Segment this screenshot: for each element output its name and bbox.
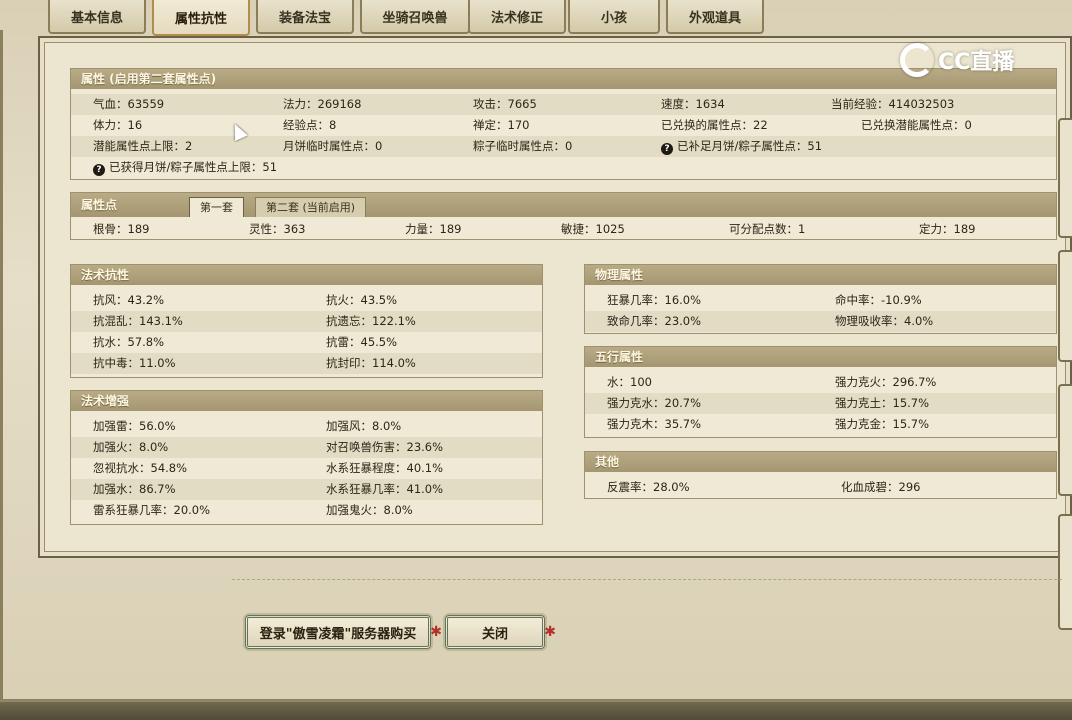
boost-ghost-fire: 加强鬼火：8.0%: [326, 503, 413, 517]
attr-exchanged-potential: 已兑换潜能属性点：0: [861, 118, 972, 132]
element-counter-metal: 强力克金：15.7%: [835, 417, 930, 431]
attr-hp: 气血：63559: [93, 97, 165, 111]
five-elements-section: 五行属性 水：100 强力克火：296.7% 强力克水：20.7% 强力克土：1…: [584, 346, 1057, 438]
boost-fire: 加强火：8.0%: [93, 440, 169, 454]
attr-exp: 当前经验：414032503: [831, 97, 955, 111]
boost-thunder: 加强雷：56.0%: [93, 419, 176, 433]
tab-basic-info[interactable]: 基本信息: [48, 0, 146, 34]
tab-attributes-resist[interactable]: 属性抗性: [152, 0, 250, 36]
attr-speed: 速度：1634: [661, 97, 725, 111]
watermark: CC直播: [900, 40, 1014, 80]
resist-wind: 抗风：43.2%: [93, 293, 165, 307]
points-section: 属性点 第一套 第二套 (当前启用) 根骨：189 灵性：363 力量：189 …: [70, 192, 1057, 240]
tab-appearance-items[interactable]: 外观道具: [666, 0, 764, 34]
side-panel-edge: [1058, 250, 1072, 362]
points-available: 可分配点数：1: [729, 222, 806, 236]
physical-header: 物理属性: [585, 265, 1056, 285]
five-elements-header: 五行属性: [585, 347, 1056, 367]
other-header: 其他: [585, 452, 1056, 472]
close-button[interactable]: 关闭 ✱: [445, 615, 556, 649]
attr-mp: 法力：269168: [283, 97, 362, 111]
help-icon[interactable]: ?: [661, 143, 673, 155]
watermark-text: CC直播: [938, 50, 1015, 75]
element-counter-earth: 强力克土：15.7%: [835, 396, 930, 410]
attr-exp-points: 经验点：8: [283, 118, 337, 132]
physical-section: 物理属性 狂暴几率：16.0% 命中率：-10.9% 致命几率：23.0% 物理…: [584, 264, 1057, 334]
resist-chaos: 抗混乱：143.1%: [93, 314, 183, 328]
phys-crit-rate: 狂暴几率：16.0%: [607, 293, 702, 307]
attr-filled-points-label: 已补足月饼/粽子属性点：51: [677, 139, 823, 153]
close-label: 关闭: [481, 626, 508, 642]
attr-filled-points[interactable]: ? 已补足月饼/粽子属性点：51: [661, 136, 822, 157]
boost-thunder-crit-rate: 雷系狂暴几率：20.0%: [93, 503, 211, 517]
other-section: 其他 反震率：28.0% 化血成碧：296: [584, 451, 1057, 499]
attr-stamina: 体力：16: [93, 118, 143, 132]
points-strength: 力量：189: [405, 222, 462, 236]
resist-poison: 抗中毒：11.0%: [93, 356, 176, 370]
knot-icon: ✱: [544, 624, 556, 640]
tab-child[interactable]: 小孩: [568, 0, 660, 34]
buy-server-label: 登录"傲雪凌霜"服务器购买: [259, 626, 417, 642]
attr-mooncake-temp: 月饼临时属性点：0: [283, 139, 383, 153]
attr-obtained-cap-label: 已获得月饼/粽子属性点上限：51: [109, 160, 278, 174]
resist-water: 抗水：57.8%: [93, 335, 165, 349]
spell-boost-header: 法术增强: [71, 391, 542, 411]
side-panel-edge: [1058, 118, 1072, 238]
tab-mount-summon[interactable]: 坐骑召唤兽: [360, 0, 470, 34]
element-counter-wood: 强力克木：35.7%: [607, 417, 702, 431]
bottom-strip: [0, 700, 1072, 720]
resist-forget: 抗遗忘：122.1%: [326, 314, 416, 328]
boost-vs-summon: 对召唤兽伤害：23.6%: [326, 440, 444, 454]
element-counter-fire: 强力克火：296.7%: [835, 375, 937, 389]
boost-ignore-water: 忽视抗水：54.8%: [93, 461, 188, 475]
points-constitution: 根骨：189: [93, 222, 150, 236]
attr-attack: 攻击：7665: [473, 97, 537, 111]
buy-server-button[interactable]: 登录"傲雪凌霜"服务器购买 ✱: [245, 615, 442, 649]
help-icon[interactable]: ?: [93, 164, 105, 176]
attr-obtained-cap[interactable]: ? 已获得月饼/粽子属性点上限：51: [93, 157, 277, 178]
attr-exchanged-points: 已兑换的属性点：22: [661, 118, 768, 132]
spell-boost-section: 法术增强 加强雷：56.0% 加强风：8.0% 加强火：8.0% 对召唤兽伤害：…: [70, 390, 543, 525]
side-panel-edge: [1058, 514, 1072, 630]
other-reflect-rate: 反震率：28.0%: [607, 480, 690, 494]
other-blood-jade: 化血成碧：296: [841, 480, 921, 494]
attr-potential-cap: 潜能属性点上限：2: [93, 139, 193, 153]
phys-hit-rate: 命中率：-10.9%: [835, 293, 922, 307]
tab-equipment[interactable]: 装备法宝: [256, 0, 354, 34]
spell-resist-section: 法术抗性 抗风：43.2% 抗火：43.5% 抗混乱：143.1% 抗遗忘：12…: [70, 264, 543, 378]
boost-water-crit-degree: 水系狂暴程度：40.1%: [326, 461, 444, 475]
points-spirit: 灵性：363: [249, 222, 306, 236]
subtab-first-set[interactable]: 第一套: [189, 197, 244, 217]
spell-resist-header: 法术抗性: [71, 265, 542, 285]
attributes-section: 属性 (启用第二套属性点) 气血：63559 法力：269168 攻击：7665…: [70, 68, 1057, 180]
divider: [232, 579, 1062, 580]
phys-absorb-rate: 物理吸收率：4.0%: [835, 314, 934, 328]
resist-seal: 抗封印：114.0%: [326, 356, 416, 370]
element-water: 水：100: [607, 375, 652, 389]
boost-wind: 加强风：8.0%: [326, 419, 402, 433]
resist-thunder: 抗雷：45.5%: [326, 335, 398, 349]
tab-spell-correction[interactable]: 法术修正: [468, 0, 566, 34]
points-agility: 敏捷：1025: [561, 222, 625, 236]
element-counter-water: 强力克水：20.7%: [607, 396, 702, 410]
boost-water-crit-rate: 水系狂暴几率：41.0%: [326, 482, 444, 496]
phys-fatal-rate: 致命几率：23.0%: [607, 314, 702, 328]
boost-water: 加强水：86.7%: [93, 482, 176, 496]
knot-icon: ✱: [430, 624, 442, 640]
subtab-second-set[interactable]: 第二套 (当前启用): [255, 197, 367, 217]
resist-fire: 抗火：43.5%: [326, 293, 398, 307]
attr-zongzi-temp: 粽子临时属性点：0: [473, 139, 573, 153]
side-panel-edge: [1058, 384, 1072, 496]
attr-meditation: 禅定：170: [473, 118, 530, 132]
cc-logo-icon: [900, 43, 934, 77]
points-willpower: 定力：189: [919, 222, 976, 236]
